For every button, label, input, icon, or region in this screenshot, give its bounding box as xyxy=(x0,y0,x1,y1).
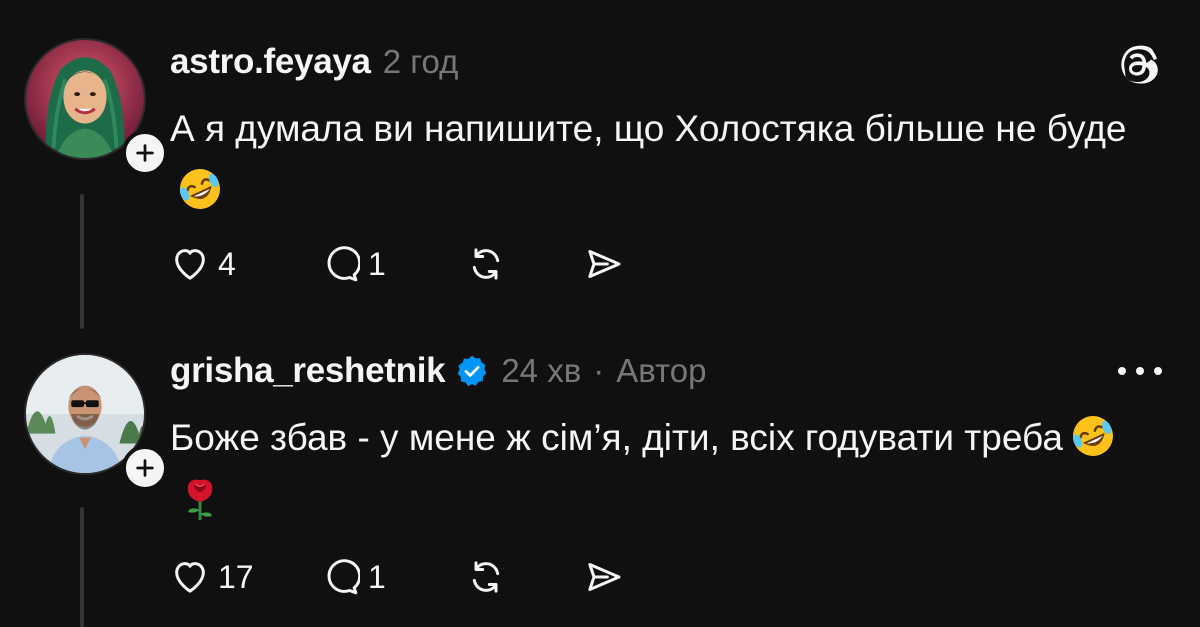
reply-count: 1 xyxy=(368,245,386,282)
post-actions: 4 1 xyxy=(170,244,644,284)
share-icon xyxy=(588,563,621,591)
username[interactable]: grisha_reshetnik xyxy=(170,351,446,391)
username[interactable]: astro.feyaya xyxy=(170,42,371,82)
repost-button[interactable] xyxy=(466,244,584,284)
author-tag: Автор xyxy=(616,352,707,389)
repost-icon xyxy=(472,561,500,593)
follow-button[interactable] xyxy=(122,445,168,491)
comment-icon xyxy=(327,246,360,282)
like-button[interactable]: 17 xyxy=(170,557,320,597)
rolling-on-floor-laughing-icon xyxy=(179,169,220,209)
share-button[interactable] xyxy=(584,557,644,597)
repost-icon xyxy=(472,248,500,280)
comment-icon xyxy=(327,559,360,595)
post-text[interactable]: А я думала ви напишите, що Холостяка біл… xyxy=(170,98,1170,222)
timestamp[interactable]: 24 хв xyxy=(501,352,581,390)
avatar-container[interactable] xyxy=(24,38,168,176)
heart-icon xyxy=(175,249,205,280)
thread-line xyxy=(80,507,84,627)
like-count: 17 xyxy=(218,558,254,595)
plus-icon xyxy=(136,144,154,162)
thread-line xyxy=(80,194,84,329)
share-button[interactable] xyxy=(584,244,644,284)
post-actions: 17 1 xyxy=(170,557,644,597)
rolling-on-floor-laughing-icon xyxy=(1072,416,1113,456)
reply-count: 1 xyxy=(368,558,386,595)
avatar-container[interactable] xyxy=(24,353,168,491)
post-header: grisha_reshetnik 24 хв · Автор xyxy=(170,351,707,391)
timestamp[interactable]: 2 год xyxy=(383,43,459,81)
like-count: 4 xyxy=(218,245,236,282)
meta-separator: · xyxy=(593,352,605,389)
follow-button[interactable] xyxy=(122,130,168,176)
post-text-content: Боже збав - у мене ж сім’я, діти, всіх г… xyxy=(170,417,1063,458)
reply-button[interactable]: 1 xyxy=(320,557,466,597)
post-text-content: А я думала ви напишите, що Холостяка біл… xyxy=(170,108,1127,149)
post-astro-feyaya: astro.feyaya 2 год А я думала ви напишит… xyxy=(0,0,1200,329)
plus-icon xyxy=(136,459,154,477)
like-button[interactable]: 4 xyxy=(170,244,320,284)
heart-icon xyxy=(175,562,205,593)
reply-button[interactable]: 1 xyxy=(320,244,466,284)
rose-icon xyxy=(187,479,213,520)
post-grisha-reshetnik: grisha_reshetnik 24 хв · Автор Боже збав… xyxy=(0,327,1200,627)
post-header: astro.feyaya 2 год xyxy=(170,42,458,82)
more-icon[interactable] xyxy=(1114,361,1166,381)
post-text[interactable]: Боже збав - у мене ж сім’я, діти, всіх г… xyxy=(170,407,1170,531)
verified-badge-icon xyxy=(458,355,487,387)
share-icon xyxy=(588,250,621,278)
repost-button[interactable] xyxy=(466,557,584,597)
threads-logo-icon[interactable] xyxy=(1118,42,1160,88)
